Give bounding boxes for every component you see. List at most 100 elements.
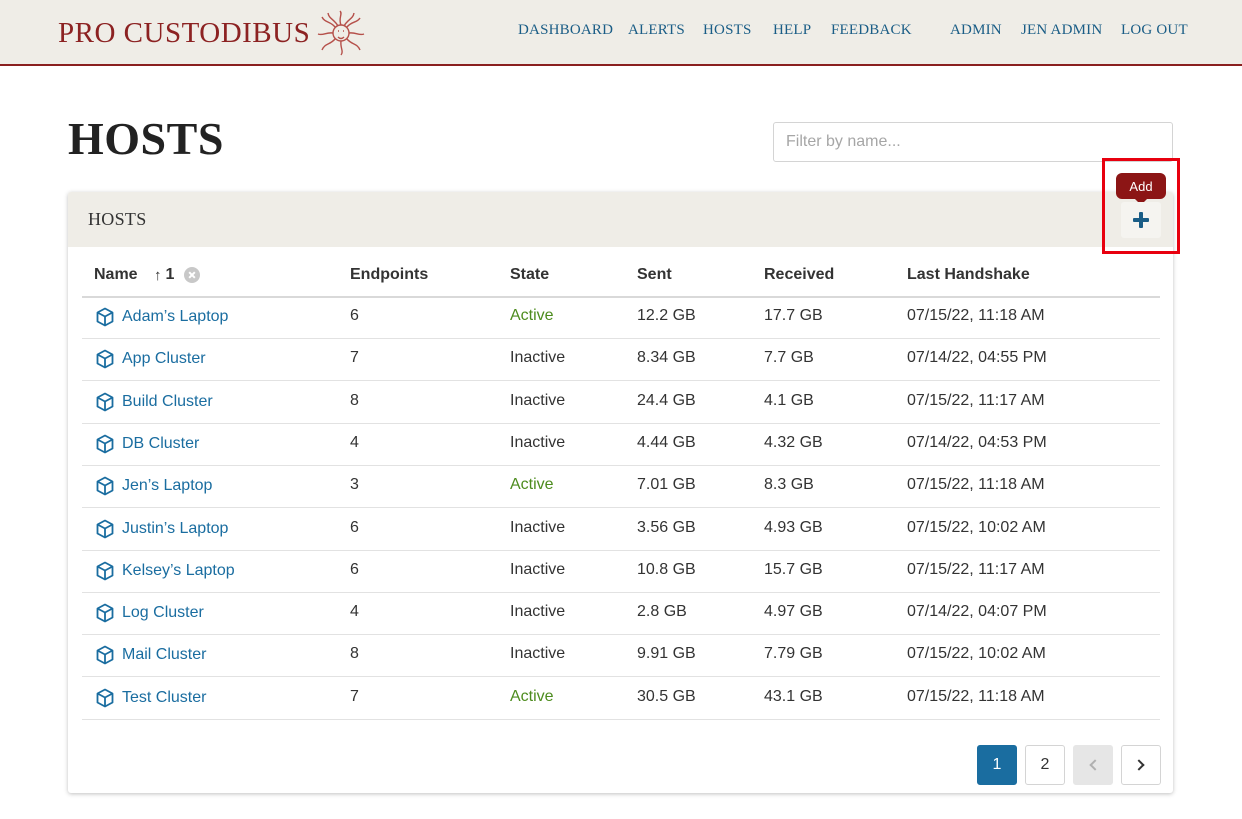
- page-2-button[interactable]: 2: [1025, 745, 1065, 785]
- received-value: 4.97 GB: [764, 603, 823, 621]
- host-name-link[interactable]: Test Cluster: [95, 688, 206, 708]
- last-handshake-value: 07/15/22, 11:17 AM: [907, 391, 1045, 409]
- last-handshake-value: 07/15/22, 11:18 AM: [907, 307, 1045, 324]
- top-navbar: PRO CUSTODIBUS DASHBOARD ALERTS HOSTS HE…: [0, 0, 1242, 66]
- received-value: 4.32 GB: [764, 433, 823, 451]
- last-handshake-value: 07/14/22, 04:07 PM: [907, 603, 1047, 621]
- table-row: DB Cluster 4 Inactive 4.44 GB 4.32 GB 07/14/2…: [82, 424, 1160, 466]
- host-name-link[interactable]: Kelsey’s Laptop: [95, 561, 235, 581]
- endpoints-count: 3: [350, 476, 359, 494]
- column-header-received[interactable]: Received: [764, 266, 834, 284]
- table-row: Justin’s Laptop 6 Inactive 3.56 GB 4.93 GB 07…: [82, 509, 1160, 551]
- state-value: Inactive: [510, 518, 566, 536]
- host-name-link[interactable]: DB Cluster: [95, 434, 199, 454]
- nav-logout-link[interactable]: LOG OUT: [1121, 22, 1188, 39]
- page-title: HOSTS: [68, 113, 224, 164]
- endpoints-count: 7: [350, 687, 359, 705]
- state-value: Inactive: [510, 560, 566, 578]
- host-name: Adam’s Laptop: [122, 308, 229, 325]
- nav-alerts-link[interactable]: ALERTS: [628, 22, 685, 39]
- received-value: 7.7 GB: [764, 349, 814, 367]
- table-row: App Cluster 7 Inactive 8.34 GB 7.7 GB 07/14/2…: [82, 339, 1160, 382]
- state-value: Inactive: [510, 349, 566, 367]
- table-row: Mail Cluster 8 Inactive 9.91 GB 7.79 GB 07/15…: [82, 635, 1160, 678]
- state-value: Inactive: [510, 645, 566, 663]
- host-name-link[interactable]: Justin’s Laptop: [95, 519, 228, 539]
- column-header-endpoints[interactable]: Endpoints: [350, 266, 428, 284]
- nav-feedback-link[interactable]: FEEDBACK: [831, 22, 912, 39]
- host-name: Jen’s Laptop: [122, 477, 213, 495]
- received-value: 17.7 GB: [764, 307, 823, 324]
- clear-sort-icon[interactable]: [184, 267, 201, 283]
- table-row: Test Cluster 7 Active 30.5 GB 43.1 GB 07/15/2…: [82, 678, 1160, 720]
- previous-page-button[interactable]: [1073, 745, 1113, 785]
- host-name-link[interactable]: App Cluster: [95, 349, 206, 369]
- host-name: Test Cluster: [122, 688, 207, 706]
- sort-indicator: ↑ 1: [154, 266, 201, 284]
- last-handshake-value: 07/14/22, 04:53 PM: [907, 433, 1047, 451]
- cube-icon: [95, 645, 115, 665]
- nav-hosts-link[interactable]: HOSTS: [703, 22, 752, 39]
- endpoints-count: 4: [350, 433, 359, 451]
- table-row: Jen’s Laptop 3 Active 7.01 GB 8.3 GB 07/15/22…: [82, 466, 1160, 509]
- column-header-sent[interactable]: Sent: [637, 266, 672, 284]
- cube-icon: [95, 476, 115, 496]
- state-value: Active: [510, 307, 554, 324]
- page-1-button[interactable]: 1: [977, 745, 1017, 785]
- highlight-box: [1102, 158, 1180, 254]
- sort-ascending-icon: ↑: [154, 266, 162, 284]
- host-name-link[interactable]: Build Cluster: [95, 392, 213, 412]
- host-name: Build Cluster: [122, 392, 213, 410]
- received-value: 8.3 GB: [764, 476, 814, 494]
- chevron-left-icon: [1089, 759, 1101, 771]
- chevron-right-icon: [1133, 759, 1145, 771]
- nav-dashboard-link[interactable]: DASHBOARD: [518, 22, 613, 39]
- last-handshake-value: 07/15/22, 11:17 AM: [907, 560, 1045, 578]
- table-row: Log Cluster 4 Inactive 2.8 GB 4.97 GB 07/14/2…: [82, 593, 1160, 636]
- last-handshake-value: 07/14/22, 04:55 PM: [907, 349, 1047, 367]
- state-value: Active: [510, 476, 554, 494]
- next-page-button[interactable]: [1121, 745, 1161, 785]
- host-name: Log Cluster: [122, 604, 204, 622]
- sort-order: 1: [165, 266, 175, 283]
- host-name-link[interactable]: Mail Cluster: [95, 645, 206, 665]
- cube-icon: [95, 688, 115, 708]
- host-name: Kelsey’s Laptop: [122, 561, 235, 579]
- endpoints-count: 4: [350, 603, 359, 621]
- cube-icon: [95, 603, 115, 623]
- filter-by-name-input[interactable]: [773, 122, 1173, 162]
- endpoints-count: 6: [350, 518, 359, 536]
- received-value: 7.79 GB: [764, 645, 823, 663]
- host-name: Mail Cluster: [122, 646, 207, 664]
- host-name-link[interactable]: Log Cluster: [95, 603, 204, 623]
- received-value: 15.7 GB: [764, 560, 823, 578]
- column-header-last-handshake[interactable]: Last Handshake: [907, 266, 1030, 284]
- table-row: Kelsey’s Laptop 6 Inactive 10.8 GB 15.7 GB 07…: [82, 551, 1160, 593]
- last-handshake-value: 07/15/22, 11:18 AM: [907, 687, 1045, 705]
- sent-value: 8.34 GB: [637, 349, 696, 367]
- cube-icon: [95, 307, 115, 327]
- cube-icon: [95, 349, 115, 369]
- host-name: App Cluster: [122, 350, 206, 368]
- nav-admin-link[interactable]: ADMIN: [950, 22, 1002, 39]
- nav-help-link[interactable]: HELP: [773, 22, 811, 39]
- cube-icon: [95, 434, 115, 454]
- cube-icon: [95, 561, 115, 581]
- brand-logo-link[interactable]: PRO CUSTODIBUS: [58, 8, 366, 58]
- state-value: Inactive: [510, 433, 566, 451]
- endpoints-count: 8: [350, 391, 359, 409]
- column-header-state[interactable]: State: [510, 266, 549, 284]
- endpoints-count: 7: [350, 349, 359, 367]
- host-name-link[interactable]: Adam’s Laptop: [95, 307, 228, 327]
- sent-value: 3.56 GB: [637, 518, 696, 536]
- cube-icon: [95, 519, 115, 539]
- state-value: Inactive: [510, 603, 566, 621]
- received-value: 4.1 GB: [764, 391, 814, 409]
- sent-value: 10.8 GB: [637, 560, 696, 578]
- medusa-logo-icon: [317, 10, 365, 56]
- column-header-name[interactable]: Name: [94, 266, 138, 284]
- host-name-link[interactable]: Jen’s Laptop: [95, 476, 212, 496]
- table-row: Adam’s Laptop 6 Active 12.2 GB 17.7 GB 07/15/…: [82, 297, 1160, 339]
- host-name: DB Cluster: [122, 434, 200, 452]
- nav-user-link[interactable]: JEN ADMIN: [1021, 22, 1102, 39]
